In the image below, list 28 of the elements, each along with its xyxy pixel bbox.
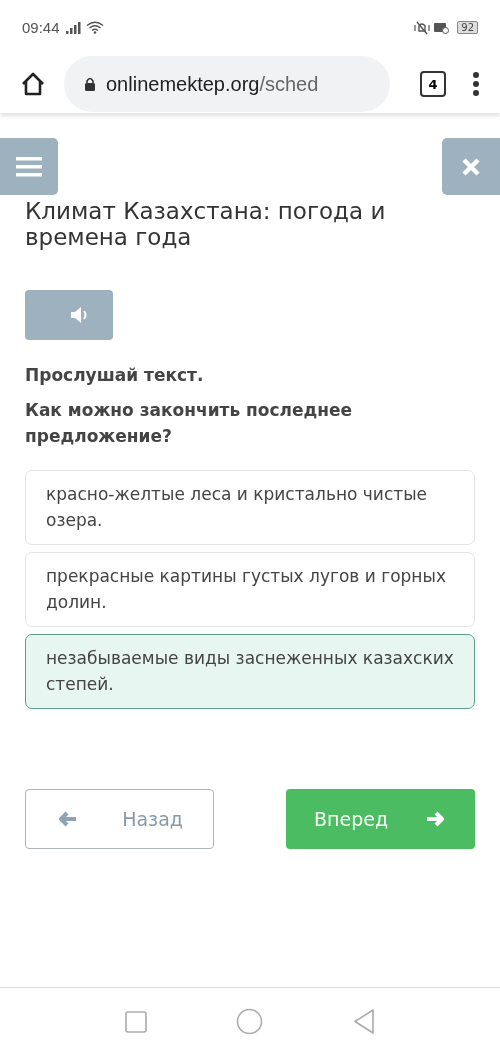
menu-button[interactable] (0, 138, 58, 195)
close-icon (461, 156, 481, 177)
instruction-text: Прослушай текст. (25, 364, 205, 387)
menu-icon (16, 156, 42, 177)
status-time: 09:44 (22, 19, 60, 36)
home-circle-icon[interactable] (236, 1008, 264, 1035)
battery-indicator: 92 (457, 21, 478, 34)
answer-option[interactable]: красно-желтые леса и кристально чистые озера. (25, 470, 475, 545)
more-icon[interactable] (472, 71, 480, 97)
arrow-left-icon (58, 811, 78, 827)
audio-button[interactable] (25, 290, 113, 340)
wifi-icon (85, 21, 104, 34)
question-text: Как можно закончить последнее предложение? (25, 399, 354, 448)
arrow-right-icon (425, 811, 445, 827)
lesson-title: Климат Казахстана: погода и времена года (25, 198, 387, 250)
back-triangle-icon[interactable] (353, 1009, 376, 1034)
answer-option[interactable]: прекрасные картины густых лугов и горных долин. (25, 552, 475, 627)
close-button[interactable] (442, 138, 500, 195)
card-icon (434, 21, 450, 34)
lock-icon (84, 77, 96, 91)
home-icon[interactable] (20, 71, 46, 97)
url-text: onlinemektep.org/sched (106, 72, 319, 96)
recent-apps-icon[interactable] (124, 1010, 147, 1033)
mute-icon (414, 20, 431, 35)
signal-icon (65, 21, 82, 34)
address-bar[interactable]: onlinemektep.org/sched (64, 56, 390, 112)
tab-count-button[interactable]: 4 (420, 71, 446, 97)
answer-option[interactable]: незабываемые виды заснеженных казахских степей. (25, 634, 475, 709)
